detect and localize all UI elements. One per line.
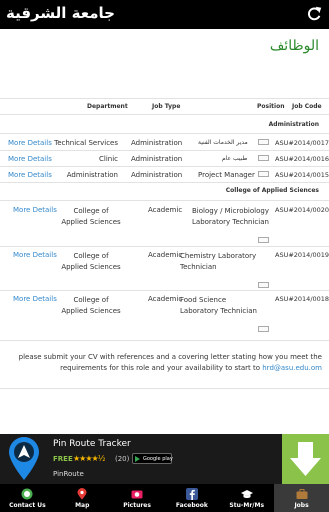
job-code-cell: ASU#2014/0016 bbox=[275, 155, 329, 163]
map-pin-icon bbox=[9, 437, 39, 480]
divider bbox=[0, 133, 329, 134]
bottom-navigation: Contact Us Map Pictures Facebook Stu-Mr/… bbox=[0, 484, 329, 512]
divider bbox=[0, 290, 329, 291]
divider bbox=[0, 388, 329, 389]
department-cell: College of Applied Sciences bbox=[61, 296, 121, 315]
row-checkbox[interactable] bbox=[258, 155, 269, 161]
camera-icon bbox=[131, 490, 143, 499]
nav-pictures[interactable]: Pictures bbox=[110, 484, 165, 512]
nav-label: Stu-Mr/Ms bbox=[229, 502, 265, 509]
play-store-icon bbox=[135, 456, 140, 462]
app-title: جامعة الشرقية bbox=[6, 4, 115, 22]
ad-price: FREE bbox=[53, 455, 73, 463]
column-header-department: Department bbox=[87, 103, 128, 110]
row-checkbox[interactable] bbox=[258, 139, 269, 145]
nav-contact-us[interactable]: Contact Us bbox=[0, 484, 55, 512]
more-details-link[interactable]: More Details bbox=[8, 139, 52, 147]
job-type-cell: Administration bbox=[131, 171, 183, 179]
app-header: جامعة الشرقية bbox=[0, 0, 329, 29]
row-checkbox[interactable] bbox=[258, 171, 269, 177]
nav-facebook[interactable]: Facebook bbox=[164, 484, 219, 512]
position-cell: مدير الخدمات الفنية bbox=[198, 139, 248, 146]
nav-label: Pictures bbox=[123, 502, 151, 509]
job-type-cell: Academic bbox=[148, 206, 183, 214]
page-title: الوظائف bbox=[269, 38, 319, 54]
section-header-administration: Administration bbox=[268, 121, 319, 128]
refresh-icon[interactable] bbox=[305, 5, 323, 23]
department-cell: Technical Services bbox=[54, 139, 118, 147]
more-details-link[interactable]: More Details bbox=[8, 155, 52, 163]
divider bbox=[0, 340, 329, 341]
position-cell: Project Manager bbox=[198, 171, 255, 179]
more-details-link[interactable]: More Details bbox=[13, 295, 57, 303]
divider bbox=[0, 182, 329, 183]
ad-title: Pin Route Tracker bbox=[53, 439, 131, 449]
position-cell: طبيب عام bbox=[222, 155, 248, 162]
job-code-cell: ASU#2014/0015 bbox=[275, 171, 329, 179]
ad-brand: PinRoute bbox=[53, 470, 84, 478]
ad-rating-count: (20) bbox=[115, 455, 130, 463]
position-cell: Chemistry Laboratory Technician bbox=[180, 252, 257, 271]
facebook-icon bbox=[185, 488, 198, 500]
row-checkbox[interactable] bbox=[258, 237, 269, 243]
job-type-cell: Administration bbox=[131, 139, 183, 147]
nav-label: Jobs bbox=[294, 502, 309, 509]
application-instructions: please submit your CV with references an… bbox=[4, 352, 322, 374]
column-header-position: Position bbox=[257, 103, 285, 110]
divider bbox=[0, 98, 329, 99]
briefcase-icon bbox=[296, 489, 308, 499]
ad-download-button[interactable] bbox=[282, 434, 329, 484]
divider bbox=[0, 150, 329, 151]
job-type-cell: Academic bbox=[148, 295, 183, 303]
nav-label: Map bbox=[75, 502, 90, 509]
download-arrow-icon bbox=[290, 442, 321, 476]
divider bbox=[0, 166, 329, 167]
nav-students[interactable]: Stu-Mr/Ms bbox=[219, 484, 274, 512]
section-header-applied-sciences: College of Applied Sciences bbox=[225, 187, 319, 194]
department-cell: College of Applied Sciences bbox=[61, 252, 121, 271]
position-cell: Biology / Microbiology Laboratory Techni… bbox=[192, 207, 269, 226]
column-header-job-code: Job Code bbox=[292, 103, 322, 110]
job-code-cell: ASU#2014/0017 bbox=[275, 139, 329, 147]
position-cell: Food Science Laboratory Technician bbox=[180, 296, 257, 315]
department-cell: Administration bbox=[66, 171, 118, 179]
graduation-cap-icon bbox=[240, 490, 253, 499]
google-play-badge: Google play bbox=[132, 453, 173, 464]
job-code-cell: ASU#2014/0018 bbox=[275, 295, 329, 303]
divider bbox=[0, 200, 329, 201]
nav-label: Facebook bbox=[175, 502, 208, 509]
department-cell: Clinic bbox=[98, 155, 118, 163]
ad-banner[interactable]: Pin Route Tracker FREE ★★★★½ (20) Google… bbox=[0, 434, 329, 484]
more-details-link[interactable]: More Details bbox=[13, 251, 57, 259]
ad-rating-stars: ★★★★½ bbox=[73, 454, 105, 463]
row-checkbox[interactable] bbox=[258, 282, 269, 288]
job-type-cell: Administration bbox=[131, 155, 183, 163]
column-header-job-type: Job Type bbox=[152, 103, 181, 110]
hr-email-link[interactable]: hrd@asu.edu.om bbox=[262, 364, 322, 372]
row-checkbox[interactable] bbox=[258, 326, 269, 332]
nav-map[interactable]: Map bbox=[55, 484, 110, 512]
job-type-cell: Academic bbox=[148, 251, 183, 259]
department-cell: College of Applied Sciences bbox=[61, 207, 121, 226]
more-details-link[interactable]: More Details bbox=[13, 206, 57, 214]
job-code-cell: ASU#2014/0020 bbox=[275, 206, 329, 214]
nav-label: Contact Us bbox=[9, 502, 46, 509]
job-code-cell: ASU#2014/0019 bbox=[275, 251, 329, 259]
divider bbox=[0, 246, 329, 247]
map-pin-icon bbox=[77, 488, 87, 500]
nav-jobs[interactable]: Jobs bbox=[274, 484, 329, 512]
chat-icon bbox=[21, 488, 33, 500]
divider bbox=[0, 114, 329, 115]
more-details-link[interactable]: More Details bbox=[8, 171, 52, 179]
